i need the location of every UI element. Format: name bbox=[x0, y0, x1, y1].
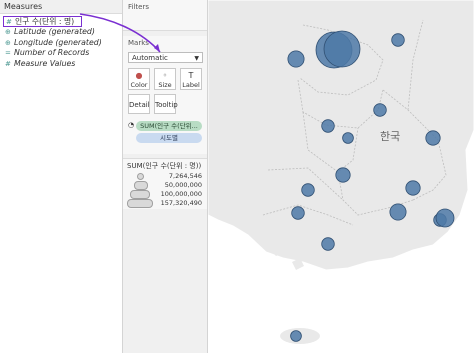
annotation-arrow bbox=[79, 13, 161, 53]
arrowhead-icon bbox=[154, 44, 160, 52]
annotation-overlay bbox=[79, 13, 161, 53]
